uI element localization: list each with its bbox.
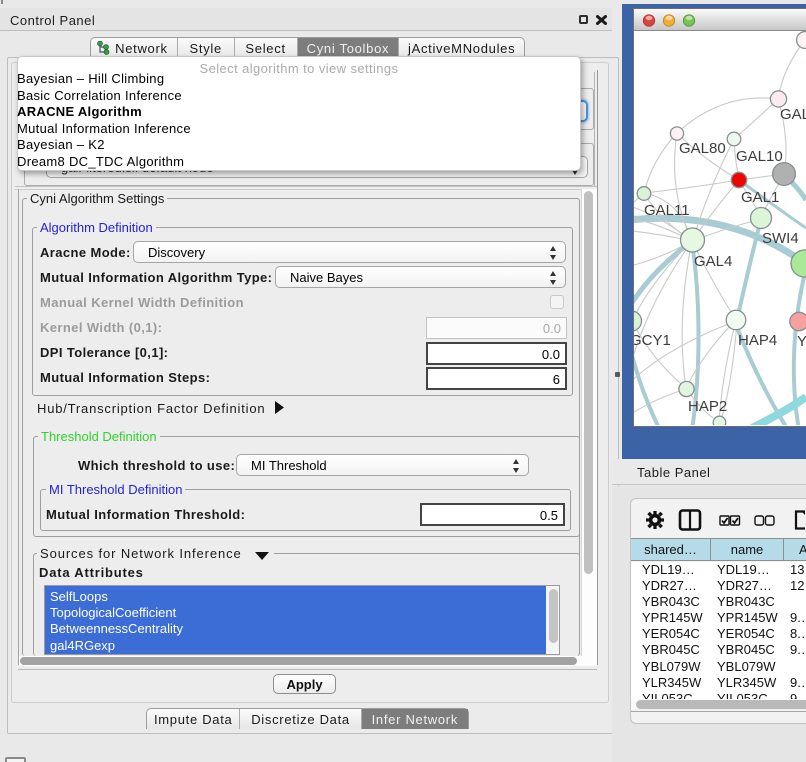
svg-text:GAL80: GAL80 [679,140,726,157]
svg-text:GCY1: GCY1 [634,332,671,349]
svg-text:GAL1: GAL1 [741,189,779,206]
svg-text:Y: Y [797,333,806,350]
svg-text:GAL4: GAL4 [694,253,732,270]
svg-text:GAL: GAL [780,106,806,123]
svg-text:GAL10: GAL10 [736,148,783,165]
svg-text:HAP4: HAP4 [738,332,777,349]
svg-text:GAL11: GAL11 [644,202,690,219]
svg-text:SWI4: SWI4 [762,230,799,247]
svg-text:HAP2: HAP2 [688,398,727,415]
